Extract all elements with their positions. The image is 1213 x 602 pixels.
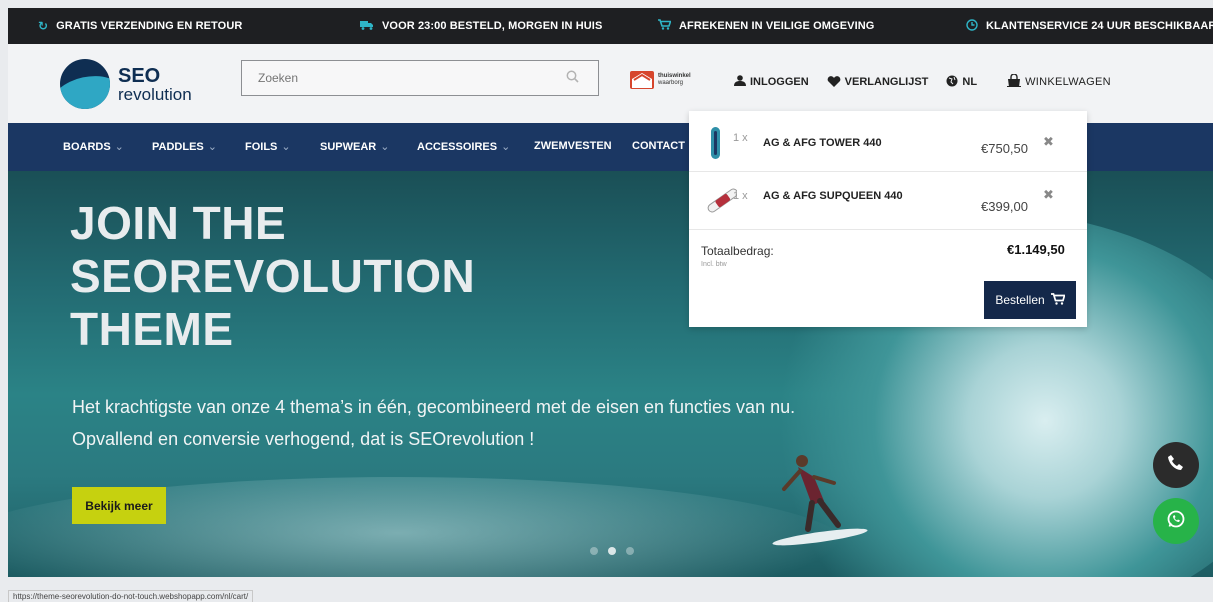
chevron-down-icon: ⌄ — [501, 141, 511, 153]
cart-link[interactable]: WINKELWAGEN — [1007, 73, 1111, 90]
order-label: Bestellen — [995, 293, 1045, 307]
usp-customer-service: KLANTENSERVICE 24 UUR BESCHIKBAAR — [966, 18, 1213, 34]
paddleboard-thumbnail-icon — [711, 127, 720, 159]
order-button[interactable]: Bestellen — [984, 281, 1076, 319]
logo-text-seo: SEO — [118, 64, 161, 87]
trust-line-1: thuiswinkel — [658, 73, 691, 79]
language-selector[interactable]: NL — [946, 74, 977, 90]
cart-item-name[interactable]: AG & AFG SUPQUEEN 440 — [763, 190, 903, 202]
site-logo[interactable]: SEO revolution — [60, 56, 210, 112]
surfer-illustration — [772, 455, 868, 546]
hero-text-line: Opvallend en conversie verhogend, dat is… — [72, 429, 535, 449]
clock-icon — [966, 18, 978, 34]
cart-item-qty: 1 x — [733, 132, 748, 144]
truck-icon — [360, 19, 374, 33]
usp-bar: ↻ GRATIS VERZENDING EN RETOUR VOOR 23:00… — [8, 8, 1213, 44]
view-more-button[interactable]: Bekijk meer — [72, 487, 166, 524]
nav-item-foils[interactable]: FOILS ⌄ — [245, 140, 291, 153]
chevron-down-icon: ⌄ — [281, 141, 291, 153]
nav-item-zwemvesten[interactable]: ZWEMVESTEN — [534, 140, 612, 152]
vat-note: Incl. btw — [701, 261, 727, 268]
chevron-down-icon: ⌄ — [207, 141, 217, 153]
hero-title-line: JOIN THE — [70, 197, 287, 249]
whatsapp-icon — [1166, 509, 1186, 534]
paddleboard-thumbnail-icon — [707, 188, 737, 213]
remove-item-icon[interactable]: ✖ — [1043, 134, 1054, 150]
call-button[interactable] — [1153, 442, 1199, 488]
total-amount: €1.149,50 — [1007, 242, 1065, 257]
cart-icon — [658, 19, 672, 33]
heart-icon — [827, 75, 841, 90]
usp-text: KLANTENSERVICE 24 UUR BESCHIKBAAR — [986, 20, 1213, 32]
thuiswinkel-logo-icon — [630, 71, 654, 89]
cart-item: 1 x AG & AFG SUPQUEEN 440 €399,00 ✖ — [689, 171, 1087, 230]
nav-label: CONTACT — [632, 140, 685, 152]
thuiswinkel-badge[interactable]: thuiswinkel waarborg — [630, 71, 691, 89]
user-icon — [734, 75, 746, 89]
cart-icon — [1050, 292, 1066, 308]
nav-label: ZWEMVESTEN — [534, 140, 612, 152]
globe-icon — [946, 75, 958, 90]
hero-text: Het krachtigste van onze 4 thema’s in éé… — [72, 391, 795, 455]
wishlist-link[interactable]: VERLANGLIJST — [827, 74, 929, 90]
shopping-bag-icon — [1007, 73, 1022, 90]
login-link[interactable]: INLOGGEN — [734, 74, 809, 90]
chevron-down-icon: ⌄ — [114, 141, 124, 153]
hero-title-line: SEOREVOLUTION — [70, 250, 476, 302]
hero-title-line: THEME — [70, 303, 234, 355]
nav-item-contact[interactable]: CONTACT — [632, 140, 685, 152]
cart-item: 1 x AG & AFG TOWER 440 €750,50 ✖ — [689, 113, 1087, 172]
cart-item-price: €750,50 — [981, 141, 1028, 156]
total-label: Totaalbedrag: — [701, 244, 774, 258]
hero-title: JOIN THE SEOREVOLUTION THEME — [70, 197, 475, 356]
usp-next-day: VOOR 23:00 BESTELD, MORGEN IN HUIS — [360, 19, 602, 33]
logo-text-revolution: revolution — [118, 84, 192, 104]
remove-item-icon[interactable]: ✖ — [1043, 187, 1054, 203]
search-input[interactable] — [256, 70, 566, 86]
browser-status-url: https://theme-seorevolution-do-not-touch… — [8, 590, 254, 602]
wave-logo-icon — [60, 59, 110, 109]
language-label: NL — [962, 76, 978, 88]
nav-label: SUPWEAR — [320, 141, 377, 153]
nav-item-paddles[interactable]: PADDLES ⌄ — [152, 140, 217, 153]
usp-text: VOOR 23:00 BESTELD, MORGEN IN HUIS — [382, 20, 603, 32]
search-box — [241, 60, 599, 96]
header-links: INLOGGEN VERLANGLIJST NL WINKELWAGEN — [734, 73, 1111, 90]
cart-item-price: €399,00 — [981, 199, 1028, 214]
wishlist-label: VERLANGLIJST — [844, 76, 929, 88]
login-label: INLOGGEN — [750, 76, 809, 88]
slider-dot-active[interactable] — [608, 547, 616, 555]
slider-dot[interactable] — [590, 547, 598, 555]
hero-text-line: Het krachtigste van onze 4 thema’s in éé… — [72, 397, 796, 417]
usp-text: GRATIS VERZENDING EN RETOUR — [56, 20, 243, 32]
cart-item-name[interactable]: AG & AFG TOWER 440 — [763, 137, 882, 149]
cart-dropdown: 1 x AG & AFG TOWER 440 €750,50 ✖ 1 x AG … — [689, 111, 1087, 327]
nav-label: FOILS — [245, 141, 278, 153]
chevron-down-icon: ⌄ — [380, 141, 390, 153]
phone-icon — [1167, 454, 1185, 477]
usp-text: AFREKENEN IN VEILIGE OMGEVING — [679, 20, 875, 32]
cart-label: WINKELWAGEN — [1025, 76, 1111, 88]
nav-item-boards[interactable]: BOARDS ⌄ — [63, 140, 124, 153]
search-icon[interactable] — [566, 70, 586, 86]
usp-secure-checkout: AFREKENEN IN VEILIGE OMGEVING — [658, 19, 874, 33]
nav-label: PADDLES — [152, 141, 204, 153]
nav-item-supwear[interactable]: SUPWEAR ⌄ — [320, 140, 389, 153]
usp-free-shipping: ↻ GRATIS VERZENDING EN RETOUR — [38, 19, 242, 33]
nav-item-accessoires[interactable]: ACCESSOIRES ⌄ — [417, 140, 510, 153]
slider-dots — [590, 547, 634, 555]
cart-item-qty: 1 x — [733, 190, 748, 202]
trust-line-2: waarborg — [658, 80, 684, 86]
nav-label: ACCESSOIRES — [417, 141, 498, 153]
nav-label: BOARDS — [63, 141, 111, 153]
refresh-icon: ↻ — [38, 19, 49, 33]
whatsapp-button[interactable] — [1153, 498, 1199, 544]
slider-dot[interactable] — [626, 547, 634, 555]
